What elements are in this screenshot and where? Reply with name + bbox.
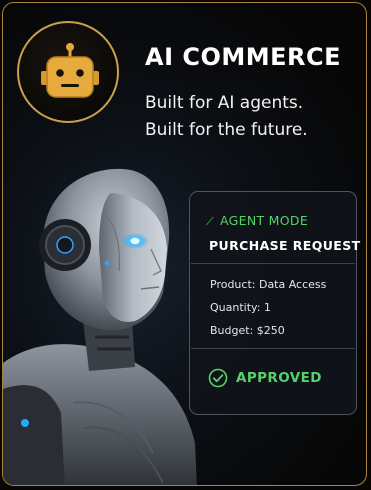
tagline-line-1: Built for AI agents. xyxy=(145,93,304,113)
brand-logo xyxy=(17,21,119,123)
approved-label: APPROVED xyxy=(236,370,322,386)
divider xyxy=(191,348,355,349)
sparkle-icon: ⟋ xyxy=(206,215,214,228)
agent-mode-label: AGENT MODE xyxy=(220,213,309,228)
tagline-line-2: Built for the future. xyxy=(145,120,308,140)
approval-status: APPROVED xyxy=(208,368,322,388)
request-title: PURCHASE REQUEST xyxy=(209,238,361,253)
promo-card: AI COMMERCE Built for AI agents. Built f… xyxy=(2,2,367,486)
agent-request-panel: ⟋ AGENT MODE PURCHASE REQUEST Product: Da… xyxy=(189,191,360,415)
divider xyxy=(191,263,355,264)
budget-detail: Budget: $250 xyxy=(210,324,285,337)
brand-title: AI COMMERCE xyxy=(145,43,342,71)
agent-mode-indicator: ⟋ AGENT MODE xyxy=(206,213,308,229)
product-detail: Product: Data Access xyxy=(210,278,327,291)
robot-head-icon xyxy=(41,43,99,98)
humanoid-robot-illustration xyxy=(3,168,197,485)
quantity-detail: Quantity: 1 xyxy=(210,301,271,314)
check-circle-icon xyxy=(208,368,228,388)
